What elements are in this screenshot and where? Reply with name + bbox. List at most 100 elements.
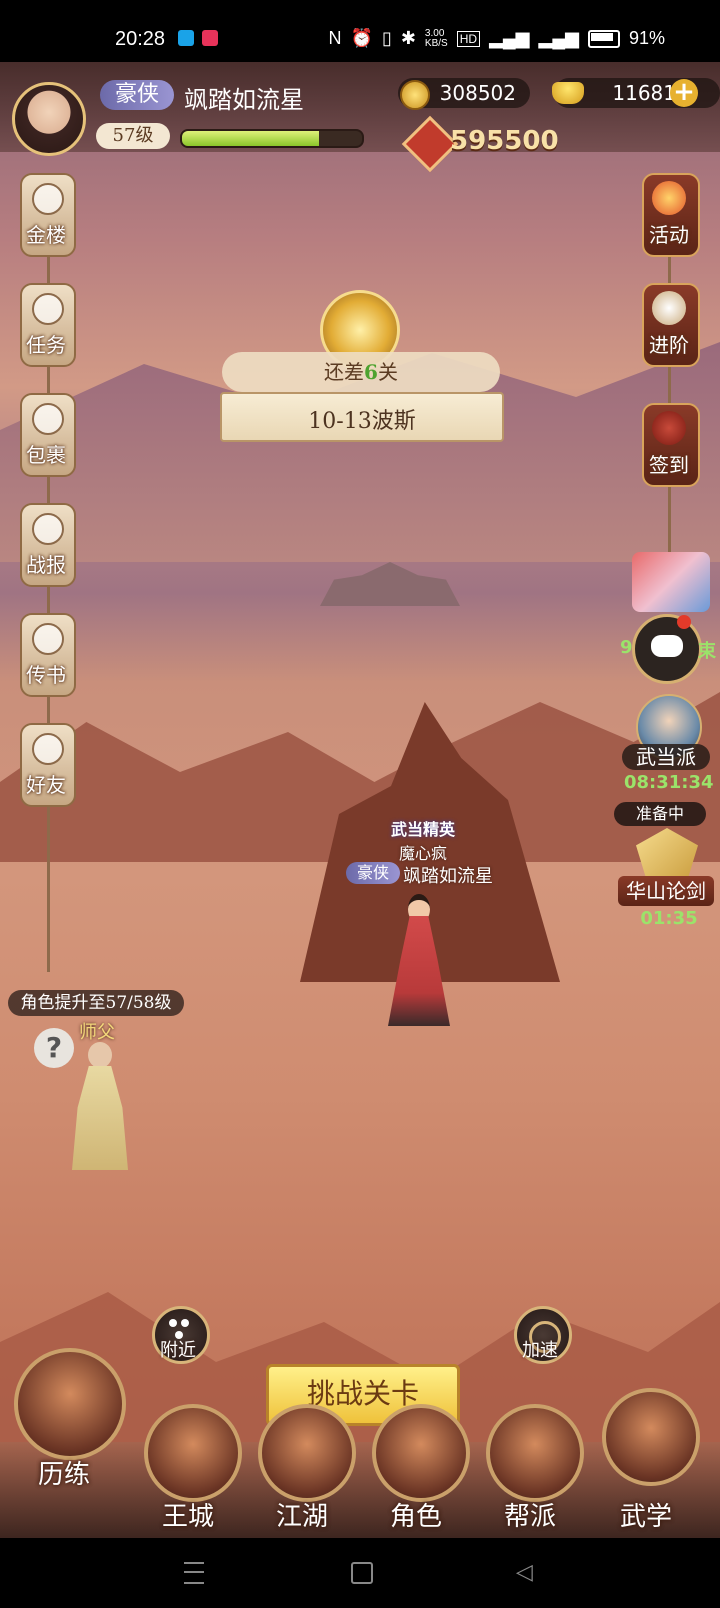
wudang-label: 武当派	[622, 744, 710, 770]
character-rank-badge: 武当精英	[390, 820, 455, 839]
signal-4g-icon: ▂▄▆	[538, 28, 579, 48]
scroll-books-icon	[602, 1388, 700, 1486]
activity-icon	[652, 181, 686, 215]
friends-icon	[32, 733, 64, 765]
menu-icon[interactable]	[184, 1562, 204, 1584]
status-right: N ⏰ ▯ ✱ 3.00 KB/S HD ▂▄▆ ▂▄▆ 91%	[329, 28, 666, 49]
left-menu-label: 战报	[26, 553, 66, 577]
alarm-icon: ⏰	[350, 28, 373, 48]
signal-5g-icon: ▂▄▆	[489, 28, 530, 48]
nfc-icon: N	[328, 28, 342, 48]
left-menu-label: 包裹	[26, 443, 66, 467]
coin-icon	[400, 80, 430, 110]
coin-value: 308502	[439, 81, 516, 105]
status-bar: 20:28 N ⏰ ▯ ✱ 3.00 KB/S HD ▂▄▆ ▂▄▆ 91%	[0, 0, 720, 62]
left-menu-item[interactable]: 传书	[18, 613, 76, 697]
stage-remain-suffix: 关	[377, 360, 398, 384]
chat-left-text: 9	[620, 637, 633, 658]
game-scene[interactable]: 豪侠 飒踏如流星 57级 308502 11681 + 595500 金楼任务包…	[0, 62, 720, 1538]
distant-fortress	[320, 562, 460, 606]
player-name: 飒踏如流星	[184, 86, 304, 114]
battery-percent: 91%	[628, 28, 665, 48]
bottom-nav-label: 历练	[37, 1460, 90, 1490]
bag-icon	[32, 403, 64, 435]
net-speed: 3.00 KB/S	[424, 27, 448, 49]
home-icon[interactable]	[351, 1562, 373, 1584]
stage-name: 10-13波斯	[308, 409, 416, 434]
left-menu-item[interactable]: 好友	[18, 723, 76, 807]
app-notification-icon	[178, 30, 194, 46]
combat-power-value: 595500	[450, 126, 559, 156]
player-avatar[interactable]	[12, 82, 86, 156]
character-title-badge: 豪侠	[346, 862, 400, 884]
left-menu-item[interactable]: 任务	[18, 283, 76, 367]
checkin-icon	[652, 411, 686, 445]
chat-button[interactable]	[632, 614, 702, 684]
ingot-value: 11681	[612, 81, 676, 105]
sword-dragon-icon	[14, 1348, 126, 1460]
right-menu-item[interactable]: 签到	[640, 403, 700, 487]
exp-bar-fill	[182, 131, 319, 146]
stage-remain-count: 6	[364, 360, 378, 384]
straw-hat-hero-icon	[372, 1404, 470, 1502]
right-menu-label: 进阶	[649, 333, 689, 357]
pigeon-icon	[32, 623, 64, 655]
bottom-nav-item[interactable]: 王城	[138, 1404, 242, 1538]
system-nav-bar: ◁	[0, 1538, 720, 1608]
huashan-timer: 01:35	[640, 908, 698, 929]
bottom-nav-item[interactable]: 角色	[366, 1404, 470, 1538]
huashan-label[interactable]: 华山论剑	[618, 876, 714, 906]
left-menu-label: 金楼	[26, 223, 66, 247]
notification-icons	[178, 30, 218, 46]
bottom-nav-label: 王城	[161, 1502, 214, 1532]
master-npc-sprite[interactable]	[68, 1042, 132, 1172]
flag-icon	[32, 293, 64, 325]
left-menu-label: 好友	[26, 773, 66, 797]
bluetooth-icon: ✱	[400, 28, 416, 48]
bottom-nav-label: 角色	[389, 1502, 442, 1532]
right-menu-label: 签到	[649, 453, 689, 477]
status-time: 20:28	[115, 28, 166, 50]
chat-bubble-icon	[651, 635, 683, 657]
stage-scroll[interactable]: 10-13波斯	[220, 392, 504, 442]
bottom-nav-item[interactable]: 帮派	[480, 1404, 584, 1538]
jianghu-icon	[258, 1404, 356, 1502]
npc-requirement: 角色提升至57/58级	[8, 990, 184, 1016]
left-menu-label: 任务	[26, 333, 66, 357]
player-title-badge: 豪侠	[100, 80, 174, 110]
sect-emblem-icon	[486, 1404, 584, 1502]
stage-remain-text: 还差6关	[222, 356, 500, 385]
bottom-nav-label: 帮派	[503, 1502, 556, 1532]
battle-report-icon	[32, 513, 64, 545]
event-banner-heroes[interactable]	[632, 552, 710, 612]
battery-icon	[587, 29, 620, 48]
left-menu-item[interactable]: 金楼	[18, 173, 76, 257]
back-icon[interactable]: ◁	[516, 1560, 533, 1585]
player-character-sprite[interactable]	[370, 894, 470, 1034]
combat-power: 595500	[401, 115, 580, 173]
right-menu-label: 活动	[649, 223, 689, 247]
app-notification-icon	[202, 30, 218, 46]
bottom-nav-item[interactable]: 江湖	[252, 1404, 356, 1538]
right-menu-item[interactable]: 进阶	[640, 283, 700, 367]
palace-gate-icon	[144, 1404, 242, 1502]
exp-bar	[180, 129, 364, 148]
vibrate-icon: ▯	[381, 28, 392, 48]
advance-icon	[652, 291, 686, 325]
bottom-nav-item[interactable]: 历练	[14, 1348, 126, 1490]
ingot-icon	[552, 82, 584, 104]
stage-remain-prefix: 还差	[324, 360, 365, 384]
bottom-nav-item[interactable]: 武学	[596, 1388, 700, 1532]
chat-right-text: 束	[698, 641, 716, 662]
hd-icon: HD	[456, 30, 481, 47]
chat-unread-dot	[677, 615, 691, 629]
add-ingot-button[interactable]: +	[670, 79, 698, 107]
speedup-label: 加速	[522, 1340, 558, 1361]
bottom-nav-label: 江湖	[275, 1502, 328, 1532]
huashan-status: 准备中	[614, 802, 706, 826]
left-menu-item[interactable]: 包裹	[18, 393, 76, 477]
player-level: 57级	[96, 123, 170, 149]
left-menu-item[interactable]: 战报	[18, 503, 76, 587]
character-name: 飒踏如流星	[403, 866, 493, 887]
right-menu-item[interactable]: 活动	[640, 173, 700, 257]
